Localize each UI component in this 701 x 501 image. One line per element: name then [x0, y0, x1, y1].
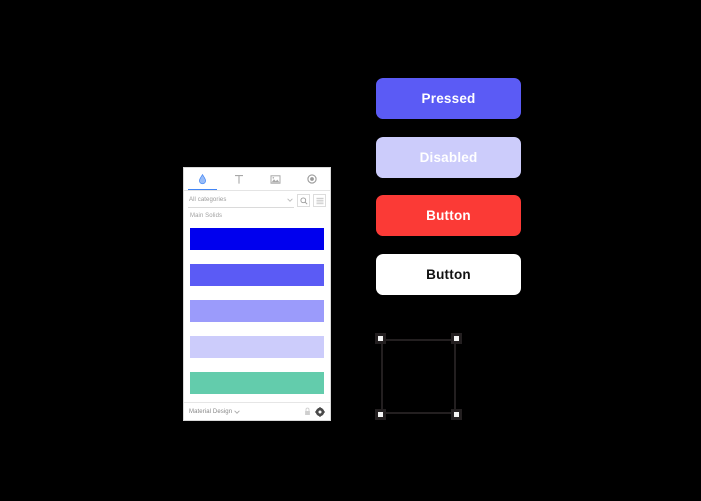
image-icon — [270, 174, 281, 185]
gear-icon[interactable] — [315, 406, 325, 417]
search-button[interactable] — [297, 194, 310, 207]
panel-footer: Material Design — [184, 402, 330, 420]
disabled-button-label: Disabled — [419, 150, 478, 165]
lock-icon[interactable] — [304, 407, 311, 416]
selection-edge-top — [381, 339, 456, 341]
default-button-label: Button — [426, 267, 471, 282]
search-icon — [299, 196, 308, 205]
text-tab[interactable] — [221, 168, 258, 190]
effects-tab[interactable] — [294, 168, 331, 190]
list-view-button[interactable] — [313, 194, 326, 207]
pressed-button[interactable]: Pressed — [376, 78, 521, 119]
swatch-indigo[interactable] — [190, 264, 324, 286]
theme-selector[interactable]: Material Design — [189, 409, 300, 415]
category-select-value: All categories — [189, 197, 227, 203]
selection-handle-bottom-right[interactable] — [451, 409, 462, 420]
swatch-list — [184, 221, 330, 402]
swatch-row — [190, 329, 324, 365]
selection-edge-bottom — [381, 412, 456, 414]
selection-handle-top-left[interactable] — [375, 333, 386, 344]
disabled-button: Disabled — [376, 137, 521, 178]
selection-handle-top-right[interactable] — [451, 333, 462, 344]
selection-edge-left — [381, 339, 383, 414]
swatch-row — [190, 221, 324, 257]
danger-button[interactable]: Button — [376, 195, 521, 236]
opacity-icon — [307, 174, 317, 184]
danger-button-label: Button — [426, 208, 471, 223]
theme-selector-label: Material Design — [189, 408, 233, 415]
default-button[interactable]: Button — [376, 254, 521, 295]
chevron-down-icon — [287, 198, 293, 202]
swatch-lavender[interactable] — [190, 336, 324, 358]
selection-edge-right — [454, 339, 456, 414]
section-label: Main Solids — [190, 213, 223, 219]
swatch-teal[interactable] — [190, 372, 324, 394]
pressed-button-label: Pressed — [421, 91, 476, 106]
panel-tab-bar — [184, 168, 330, 191]
color-tab[interactable] — [184, 168, 221, 190]
selection-handle-bottom-left[interactable] — [375, 409, 386, 420]
swatch-row — [190, 257, 324, 293]
swatch-row — [190, 365, 324, 401]
selection-bounding-box[interactable] — [375, 333, 462, 420]
swatch-blue[interactable] — [190, 228, 324, 250]
eyedropper-icon — [198, 173, 207, 185]
text-t-icon — [234, 174, 244, 185]
palette-search-row: All categories — [184, 191, 330, 210]
swatch-row — [190, 293, 324, 329]
chevron-down-icon — [234, 409, 240, 414]
list-view-icon — [316, 197, 324, 205]
color-palette-panel: All categories Main Solids Material Desi… — [183, 167, 331, 421]
category-select[interactable]: All categories — [188, 193, 294, 208]
swatch-periwinkle[interactable] — [190, 300, 324, 322]
image-tab[interactable] — [257, 168, 294, 190]
